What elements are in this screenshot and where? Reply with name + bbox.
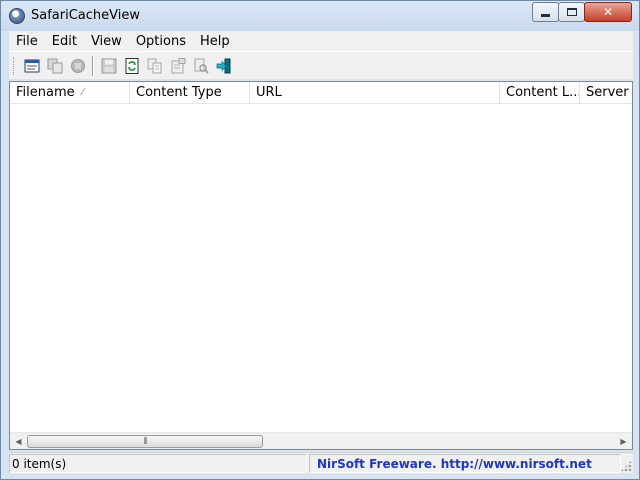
copy-icon bbox=[147, 58, 161, 73]
properties-window-icon bbox=[24, 59, 39, 72]
app-globe-icon[interactable] bbox=[9, 8, 25, 24]
title-bar[interactable]: SafariCacheView ✕ bbox=[1, 1, 639, 31]
column-header-row: Filename ⁄ Content Type URL Content L...… bbox=[10, 82, 632, 104]
minimize-button[interactable] bbox=[532, 2, 559, 22]
column-url[interactable]: URL bbox=[250, 82, 500, 104]
menu-help[interactable]: Help bbox=[193, 34, 237, 49]
close-button[interactable]: ✕ bbox=[584, 2, 632, 22]
chevron-left-icon: ◀ bbox=[15, 437, 22, 446]
menu-options[interactable]: Options bbox=[129, 34, 193, 49]
resize-grip-icon[interactable] bbox=[620, 460, 632, 472]
app-window: SafariCacheView ✕ File Edit View Options… bbox=[0, 0, 640, 480]
toolbar-separator bbox=[92, 55, 94, 76]
column-content-type-label: Content Type bbox=[136, 85, 222, 100]
scroll-thumb[interactable]: ⦀ bbox=[27, 435, 263, 448]
sort-indicator-icon: ⁄ bbox=[82, 87, 84, 98]
grip-icon: ⦀ bbox=[143, 436, 148, 447]
copy-files-icon bbox=[47, 58, 62, 73]
find-button[interactable] bbox=[189, 55, 212, 77]
stop-icon bbox=[70, 58, 85, 73]
column-filename[interactable]: Filename ⁄ bbox=[10, 82, 130, 104]
menu-view[interactable]: View bbox=[84, 34, 129, 49]
horizontal-scrollbar[interactable]: ◀ ⦀ ▶ bbox=[10, 432, 632, 449]
column-server-name-label: Server N bbox=[586, 85, 632, 100]
refresh-icon bbox=[125, 57, 138, 74]
column-filename-label: Filename bbox=[16, 85, 75, 100]
status-item-count: 0 item(s) bbox=[9, 454, 307, 473]
properties-button[interactable] bbox=[166, 55, 189, 77]
toolbar-grip[interactable] bbox=[13, 56, 16, 75]
save-icon bbox=[101, 58, 116, 73]
cache-list[interactable]: Filename ⁄ Content Type URL Content L...… bbox=[9, 81, 633, 450]
nirsoft-link[interactable]: NirSoft Freeware. http://www.nirsoft.net bbox=[309, 454, 621, 473]
menu-bar: File Edit View Options Help bbox=[9, 31, 633, 51]
exit-button[interactable] bbox=[212, 55, 235, 77]
column-content-length[interactable]: Content L... bbox=[500, 82, 580, 104]
stop-button[interactable] bbox=[66, 55, 89, 77]
exit-icon bbox=[216, 58, 230, 73]
column-server-name[interactable]: Server N bbox=[580, 82, 632, 104]
column-content-length-label: Content L... bbox=[506, 85, 580, 100]
find-icon bbox=[194, 58, 209, 74]
scroll-left-button[interactable]: ◀ bbox=[10, 433, 27, 449]
copy-button[interactable] bbox=[143, 55, 166, 77]
toolbar bbox=[9, 51, 633, 79]
column-url-label: URL bbox=[256, 85, 282, 100]
maximize-icon bbox=[566, 8, 577, 16]
menu-edit[interactable]: Edit bbox=[45, 34, 84, 49]
scroll-right-button[interactable]: ▶ bbox=[615, 433, 632, 449]
column-content-type[interactable]: Content Type bbox=[130, 82, 250, 104]
properties-window-button[interactable] bbox=[20, 55, 43, 77]
copy-files-button[interactable] bbox=[43, 55, 66, 77]
save-button[interactable] bbox=[97, 55, 120, 77]
chevron-right-icon: ▶ bbox=[620, 437, 627, 446]
refresh-button[interactable] bbox=[120, 55, 143, 77]
window-title: SafariCacheView bbox=[31, 8, 140, 23]
maximize-button[interactable] bbox=[558, 2, 585, 22]
close-icon: ✕ bbox=[602, 5, 614, 19]
properties-icon bbox=[171, 57, 185, 73]
status-bar: 0 item(s) NirSoft Freeware. http://www.n… bbox=[9, 452, 633, 473]
menu-file[interactable]: File bbox=[9, 34, 45, 49]
minimize-icon bbox=[541, 13, 550, 17]
